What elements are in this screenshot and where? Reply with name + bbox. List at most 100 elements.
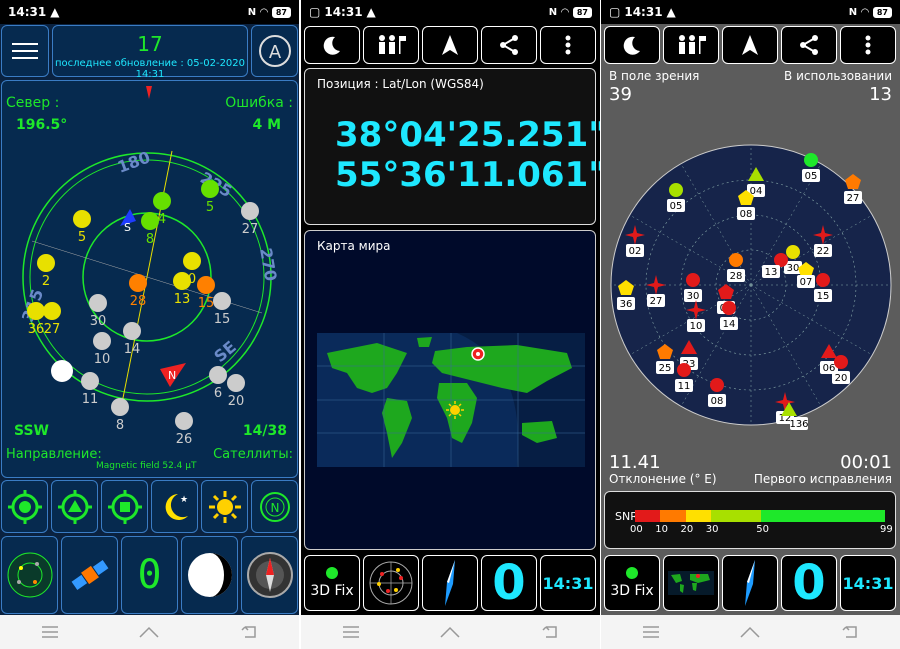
people-button[interactable] <box>363 26 419 64</box>
satellite-dot <box>89 294 107 312</box>
sky-label: 10 <box>690 321 703 332</box>
satellite-icon <box>71 560 108 590</box>
satellite-label: 13 <box>174 292 191 307</box>
back-nav-button[interactable] <box>237 624 261 640</box>
fix-status[interactable]: 3D Fix <box>604 555 660 611</box>
menu-nav-button[interactable] <box>38 624 62 640</box>
menu-icon <box>41 626 58 638</box>
satellite-dot <box>37 254 55 272</box>
snr-legend: SNR 00 10 20 30 50 99 <box>604 491 896 549</box>
compass-a-button[interactable]: A <box>251 25 298 77</box>
warning-icon: ▲ <box>50 5 60 19</box>
triangle-mode-button[interactable] <box>51 480 98 533</box>
last-update: последнее обновление : 05-02-2020 14:31 <box>54 58 246 80</box>
more-button[interactable] <box>840 26 896 64</box>
phone-screen-3: ▢ 14:31 ▲ N ◠ 87 В поле зрения 39 В исполь… <box>601 0 900 649</box>
sky-label: 15 <box>817 291 830 302</box>
compass-needle-button[interactable] <box>722 555 778 611</box>
compass-mark: 270 <box>256 246 281 282</box>
world-map-card: Карта мира <box>304 230 596 550</box>
moon-marker-icon <box>51 360 73 382</box>
square-mode-button[interactable] <box>101 480 148 533</box>
home-nav-button[interactable] <box>438 624 462 640</box>
more-button[interactable] <box>540 26 596 64</box>
speed-readout[interactable]: 0 <box>781 555 837 611</box>
menu-nav-button[interactable] <box>339 624 363 640</box>
svg-text:★: ★ <box>180 495 188 505</box>
snr-gradient <box>635 510 885 522</box>
radar-view-button[interactable] <box>363 555 419 611</box>
sky-label: 27 <box>847 193 860 204</box>
home-nav-button[interactable] <box>738 624 762 640</box>
back-nav-button[interactable] <box>838 624 862 640</box>
night-button[interactable] <box>604 26 660 64</box>
world-map <box>317 333 585 467</box>
fix-label: 3D Fix <box>310 583 354 599</box>
phone-screen-1: 14:31 ▲ N ◠ 87 17 последнее обновление : 0… <box>0 0 299 649</box>
menu-icon <box>342 626 359 638</box>
moon-phase-widget[interactable] <box>181 536 238 614</box>
clock-readout[interactable]: 14:31 <box>540 555 596 611</box>
satellite-label: 11 <box>82 392 99 407</box>
night-mode-button[interactable]: ★ <box>151 480 198 533</box>
satellite-label: 15 <box>214 312 231 327</box>
snr-tick: 30 <box>705 524 719 535</box>
menu-button[interactable] <box>1 25 49 77</box>
share-button[interactable] <box>481 26 537 64</box>
sky-label: 28 <box>730 271 743 282</box>
radar-widget[interactable] <box>1 536 58 614</box>
hamburger-icon <box>12 43 38 59</box>
north-compass-button[interactable]: N <box>251 480 298 533</box>
map-label: Карта мира <box>317 239 391 253</box>
speed-value: 0 <box>792 555 826 611</box>
sun-icon <box>208 490 241 523</box>
compass-widget[interactable] <box>241 536 298 614</box>
deviation-label: Отклонение (° E) <box>609 472 717 486</box>
satellite-label: 27 <box>242 222 259 237</box>
day-mode-button[interactable] <box>201 480 248 533</box>
nfc-icon: N <box>247 6 257 18</box>
sky-label: 05 <box>805 171 818 182</box>
navigate-button[interactable] <box>722 26 778 64</box>
satellites-ratio: 14/38 <box>242 423 287 439</box>
compass-needle-button[interactable] <box>422 555 478 611</box>
sky-satellite <box>669 183 683 197</box>
people-button[interactable] <box>663 26 719 64</box>
digital-widget[interactable]: 0 <box>121 536 178 614</box>
world-map-button[interactable] <box>663 555 719 611</box>
status-time: 14:31 <box>624 5 663 19</box>
south-marker: S <box>124 221 131 234</box>
satellite-label: 28 <box>130 294 147 309</box>
clock-value: 14:31 <box>842 573 894 593</box>
satellite-label: 5 <box>78 230 86 245</box>
nfc-icon: N <box>548 6 558 18</box>
navigate-button[interactable] <box>422 26 478 64</box>
menu-icon <box>642 626 659 638</box>
menu-nav-button[interactable] <box>639 624 663 640</box>
fix-status[interactable]: 3D Fix <box>304 555 360 611</box>
satellite-dot <box>129 274 147 292</box>
home-nav-button[interactable] <box>137 624 161 640</box>
target-mode-button[interactable] <box>1 480 48 533</box>
satellite-dot <box>197 276 215 294</box>
more-vertical-icon <box>565 35 571 55</box>
fix-label: 3D Fix <box>610 583 654 599</box>
battery-icon: 87 <box>271 6 291 18</box>
speed-readout[interactable]: 0 <box>481 555 537 611</box>
moon-stars-icon: ★ <box>165 493 188 520</box>
sky-label: 07 <box>800 277 813 288</box>
heading-marker-icon <box>146 86 152 99</box>
night-button[interactable] <box>304 26 360 64</box>
back-nav-button[interactable] <box>538 624 562 640</box>
satellite-label: 15 <box>198 296 215 311</box>
satellite-widget[interactable] <box>61 536 118 614</box>
in-use-value: 13 <box>869 84 892 105</box>
share-button[interactable] <box>781 26 837 64</box>
share-icon <box>800 35 818 55</box>
satellite-dot <box>93 332 111 350</box>
satellite-dot <box>43 302 61 320</box>
clock-readout[interactable]: 14:31 <box>840 555 896 611</box>
lock-icon: ▢ <box>309 5 321 19</box>
digital-readout: 0 <box>137 552 162 598</box>
back-icon <box>842 626 857 638</box>
